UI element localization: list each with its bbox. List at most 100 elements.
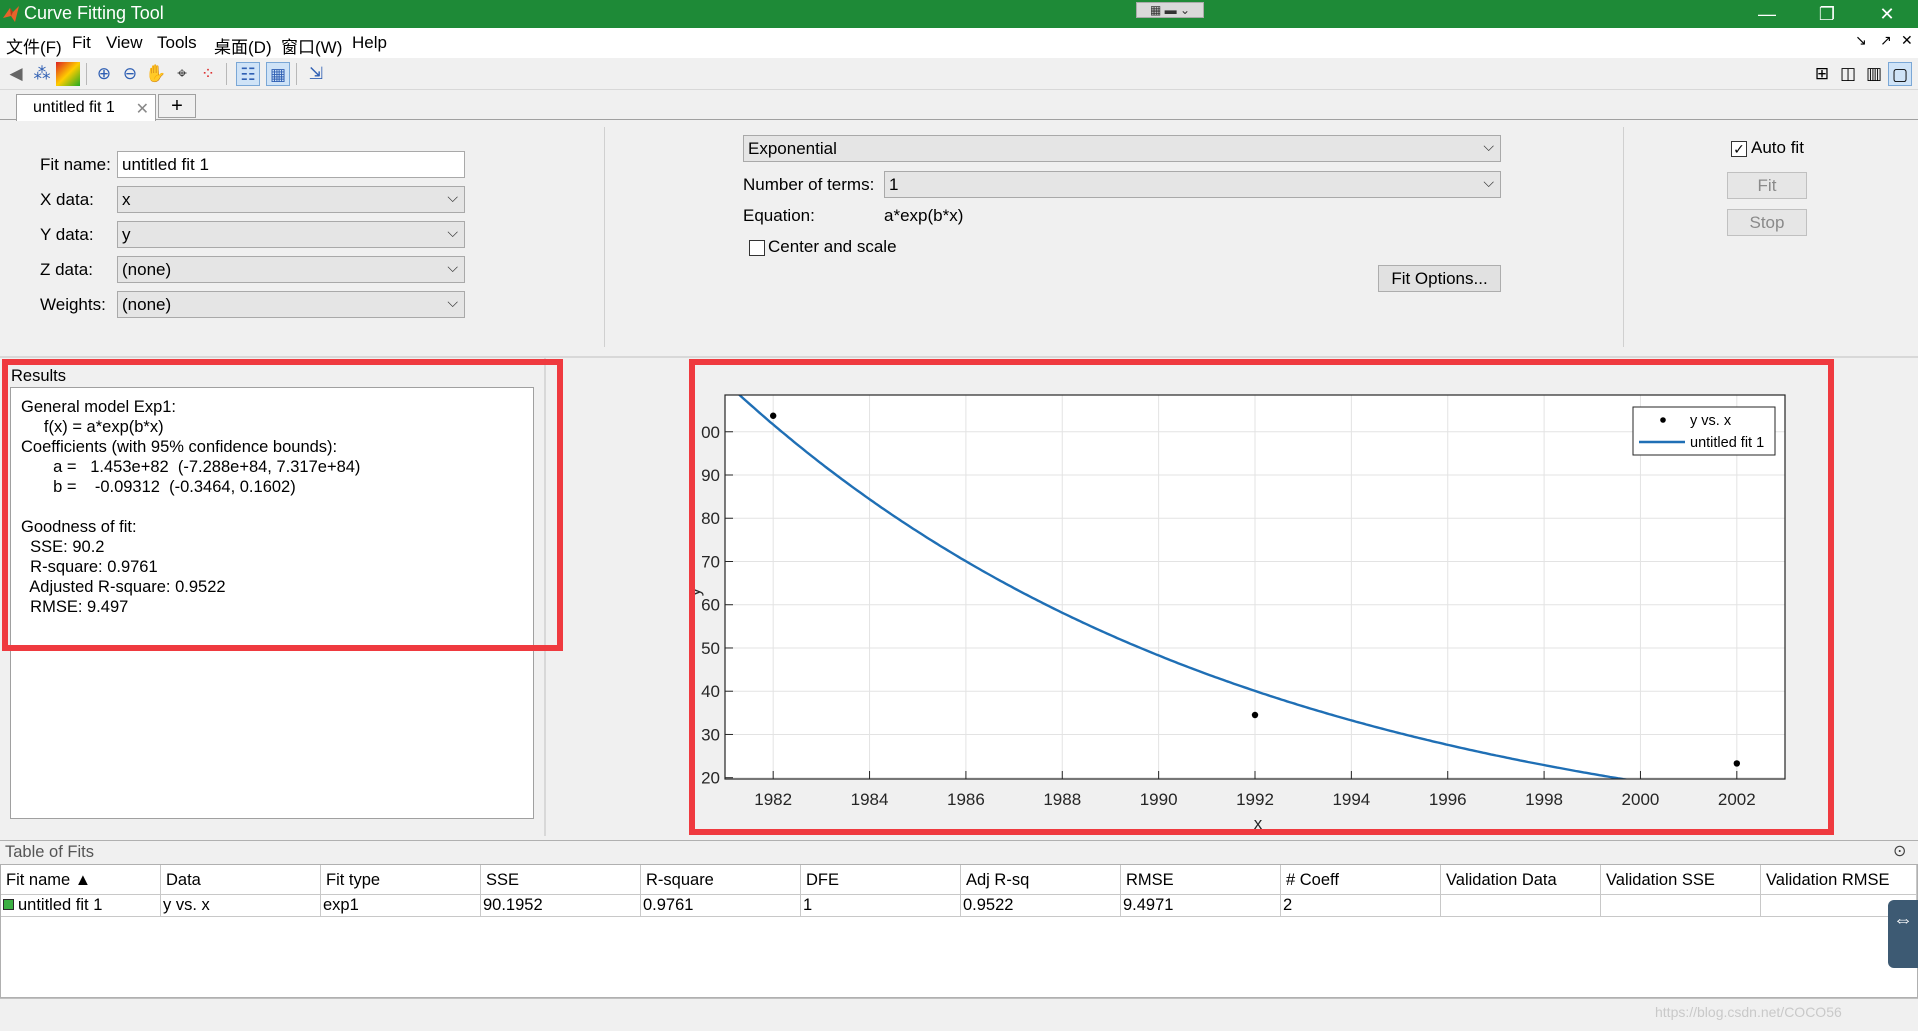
divider [1623, 127, 1624, 347]
z-data-label: Z data: [40, 260, 93, 279]
data-points-icon[interactable]: ⁂ [30, 62, 54, 86]
fit-name-input[interactable]: untitled fit 1 [117, 151, 465, 178]
colormap-icon[interactable] [56, 62, 80, 86]
layout-split-icon[interactable]: ◫ [1836, 62, 1860, 86]
toolbar: ◀ ⁂ ⊕ ⊖ ✋ ⌖ ⁘ ☷ ▦ ⇲ ⊞ ◫ ▥ ▢ [0, 58, 1918, 90]
close-button[interactable]: ✕ [1862, 0, 1912, 28]
table-cell[interactable]: 90.1952 [481, 895, 641, 917]
toolbar-separator [296, 63, 297, 85]
menu-window[interactable]: 窗口(W) [281, 33, 342, 58]
x-data-select[interactable]: x ⌵ [117, 186, 465, 213]
watermark-text: https://blog.csdn.net/COCO56 [1655, 1004, 1842, 1020]
back-arrow-icon[interactable]: ◀ [4, 62, 28, 86]
table-cell[interactable]: 9.4971 [1121, 895, 1281, 917]
menu-help[interactable]: Help [352, 33, 387, 53]
column-header[interactable]: # Coeff [1281, 865, 1441, 895]
menu-bar: 文件(F) Fit View Tools 桌面(D) 窗口(W) Help ↘ … [0, 28, 1918, 58]
column-header[interactable]: R-square [641, 865, 801, 895]
chevron-down-icon: ⌵ [447, 294, 458, 310]
exclude-outliers-icon[interactable]: ⁘ [196, 62, 220, 86]
center-scale-checkbox[interactable] [749, 240, 765, 256]
table-cell[interactable] [1601, 895, 1761, 917]
fit-button[interactable]: Fit [1727, 172, 1807, 199]
table-cell[interactable] [1441, 895, 1601, 917]
table-cell[interactable]: y vs. x [161, 895, 321, 917]
tab-label: untitled fit 1 [33, 99, 115, 116]
center-scale-label: Center and scale [768, 237, 897, 256]
fit-options-button[interactable]: Fit Options... [1378, 265, 1501, 292]
y-data-value: y [122, 225, 131, 244]
menu-view[interactable]: View [106, 33, 143, 53]
grid-toggle-icon[interactable]: ▦ [266, 62, 290, 86]
table-cell[interactable]: exp1 [321, 895, 481, 917]
window-title: Curve Fitting Tool [24, 3, 164, 23]
weights-select[interactable]: (none) ⌵ [117, 291, 465, 318]
column-header[interactable]: Data [161, 865, 321, 895]
minimize-button[interactable]: — [1742, 0, 1792, 28]
equation-label: Equation: [743, 206, 815, 225]
menu-file[interactable]: 文件(F) [6, 33, 62, 58]
layout-grid4-icon[interactable]: ⊞ [1810, 62, 1834, 86]
terms-label: Number of terms: [743, 175, 875, 194]
menu-desktop[interactable]: 桌面(D) [214, 33, 272, 58]
side-widget-icon[interactable]: ⇔ [1888, 900, 1918, 968]
stop-button[interactable]: Stop [1727, 209, 1807, 236]
layout-columns-icon[interactable]: ▥ [1862, 62, 1886, 86]
tab-untitled-fit-1[interactable]: untitled fit 1 ✕ [16, 94, 156, 121]
toolbar-separator [86, 63, 87, 85]
table-cell[interactable]: 1 [801, 895, 961, 917]
column-header[interactable]: Validation SSE [1601, 865, 1761, 895]
column-header[interactable]: Validation Data [1441, 865, 1601, 895]
column-header[interactable]: Fit type [321, 865, 481, 895]
add-tab-button[interactable]: + [158, 94, 196, 118]
equation-value: a*exp(b*x) [884, 206, 964, 225]
column-header[interactable]: SSE [481, 865, 641, 895]
auto-fit-label: Auto fit [1751, 138, 1804, 157]
axis-limits-icon[interactable]: ⇲ [304, 62, 328, 86]
fit-name-text: untitled fit 1 [18, 896, 103, 914]
toolstrip-toggle[interactable]: ▦ ▬ ⌄ [1136, 2, 1204, 18]
plot-highlight-box [689, 359, 1834, 835]
table-cell[interactable]: 0.9522 [961, 895, 1121, 917]
menu-fit[interactable]: Fit [72, 33, 91, 53]
terms-select[interactable]: 1 ⌵ [884, 171, 1501, 198]
undock-icon[interactable]: ↘ [1855, 32, 1867, 49]
table-cell[interactable]: 2 [1281, 895, 1441, 917]
close-doc-icon[interactable]: ✕ [1901, 32, 1913, 49]
fit-settings-panel: Fit name: untitled fit 1 X data: x ⌵ Y da… [0, 121, 1918, 356]
fit-type-value: Exponential [748, 139, 837, 158]
data-cursor-icon[interactable]: ⌖ [170, 62, 194, 86]
table-of-fits-header: Table of Fits ⊙ [0, 840, 1918, 864]
tab-close-icon[interactable]: ✕ [136, 99, 149, 119]
pan-hand-icon[interactable]: ✋ [144, 62, 168, 86]
zoom-out-icon[interactable]: ⊖ [118, 62, 142, 86]
results-highlight-box [2, 359, 563, 651]
y-data-select[interactable]: y ⌵ [117, 221, 465, 248]
auto-fit-checkbox[interactable]: ✓ [1731, 141, 1747, 157]
table-cell[interactable]: 0.9761 [641, 895, 801, 917]
fit-color-swatch [3, 899, 14, 910]
table-cell-fit-name[interactable]: untitled fit 1 [1, 895, 161, 917]
dock-icon[interactable]: ↗ [1880, 32, 1892, 49]
menu-tools[interactable]: Tools [157, 33, 197, 53]
zoom-in-icon[interactable]: ⊕ [92, 62, 116, 86]
x-data-label: X data: [40, 190, 94, 209]
weights-value: (none) [122, 295, 172, 314]
column-header[interactable]: Fit name ▲ [1, 865, 161, 895]
column-header[interactable]: Adj R-sq [961, 865, 1121, 895]
terms-value: 1 [889, 175, 899, 194]
divider [604, 127, 605, 347]
chevron-down-icon: ⌵ [1483, 174, 1494, 190]
collapse-chevron-icon[interactable]: ⊙ [1893, 841, 1906, 861]
column-header[interactable]: DFE [801, 865, 961, 895]
column-header[interactable]: Validation RMSE [1761, 865, 1917, 895]
chevron-down-icon: ⌵ [447, 189, 458, 205]
chevron-down-icon: ⌵ [447, 224, 458, 240]
fit-type-select[interactable]: Exponential ⌵ [743, 135, 1501, 162]
layout-single-icon[interactable]: ▢ [1888, 62, 1912, 86]
legend-toggle-icon[interactable]: ☷ [236, 62, 260, 86]
z-data-select[interactable]: (none) ⌵ [117, 256, 465, 283]
restore-button[interactable]: ❐ [1802, 0, 1852, 28]
y-data-label: Y data: [40, 225, 94, 244]
column-header[interactable]: RMSE [1121, 865, 1281, 895]
